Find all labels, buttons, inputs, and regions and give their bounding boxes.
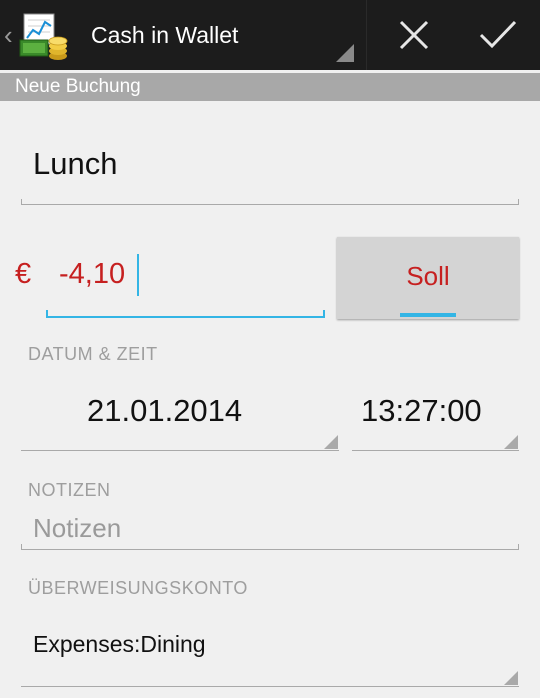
account-title[interactable]: Cash in Wallet bbox=[91, 20, 238, 50]
currency-symbol: € bbox=[15, 258, 32, 290]
account-underline bbox=[21, 686, 519, 687]
chevron-left-icon[interactable]: ‹ bbox=[4, 20, 13, 50]
date-picker[interactable]: 21.01.2014 bbox=[87, 393, 242, 429]
time-underline bbox=[352, 450, 519, 451]
amount-input[interactable]: -4,10 bbox=[59, 258, 125, 291]
spinner-indicator-icon bbox=[336, 44, 354, 62]
account-dropdown-icon bbox=[504, 671, 518, 685]
notes-underline bbox=[21, 544, 519, 550]
save-button[interactable] bbox=[466, 10, 530, 60]
notes-section-label: NOTIZEN bbox=[28, 480, 111, 500]
toggle-indicator bbox=[400, 313, 456, 317]
amount-underline bbox=[46, 310, 325, 318]
wallet-chart-coins-icon[interactable] bbox=[18, 10, 70, 62]
check-icon bbox=[479, 20, 517, 49]
form-subheader: Neue Buchung bbox=[0, 73, 540, 101]
transfer-account-spinner[interactable]: Expenses:Dining bbox=[33, 631, 206, 658]
cancel-button[interactable] bbox=[384, 10, 444, 60]
time-picker[interactable]: 13:27:00 bbox=[361, 393, 482, 429]
text-cursor bbox=[137, 254, 139, 296]
date-underline bbox=[21, 450, 339, 451]
datetime-section-label: DATUM & ZEIT bbox=[28, 344, 158, 364]
date-dropdown-icon bbox=[324, 435, 338, 449]
debit-credit-toggle-button[interactable]: Soll bbox=[337, 237, 519, 319]
action-bar: ‹ Cash in Wallet bbox=[0, 0, 540, 70]
description-input[interactable]: Lunch bbox=[33, 146, 117, 182]
form-title: Neue Buchung bbox=[15, 76, 141, 97]
account-section-label: ÜBERWEISUNGSKONTO bbox=[28, 578, 248, 598]
notes-input[interactable]: Notizen bbox=[33, 513, 121, 544]
action-divider bbox=[366, 0, 367, 70]
description-underline bbox=[21, 199, 519, 205]
close-icon bbox=[399, 20, 429, 50]
time-dropdown-icon bbox=[504, 435, 518, 449]
toggle-label: Soll bbox=[406, 261, 450, 291]
